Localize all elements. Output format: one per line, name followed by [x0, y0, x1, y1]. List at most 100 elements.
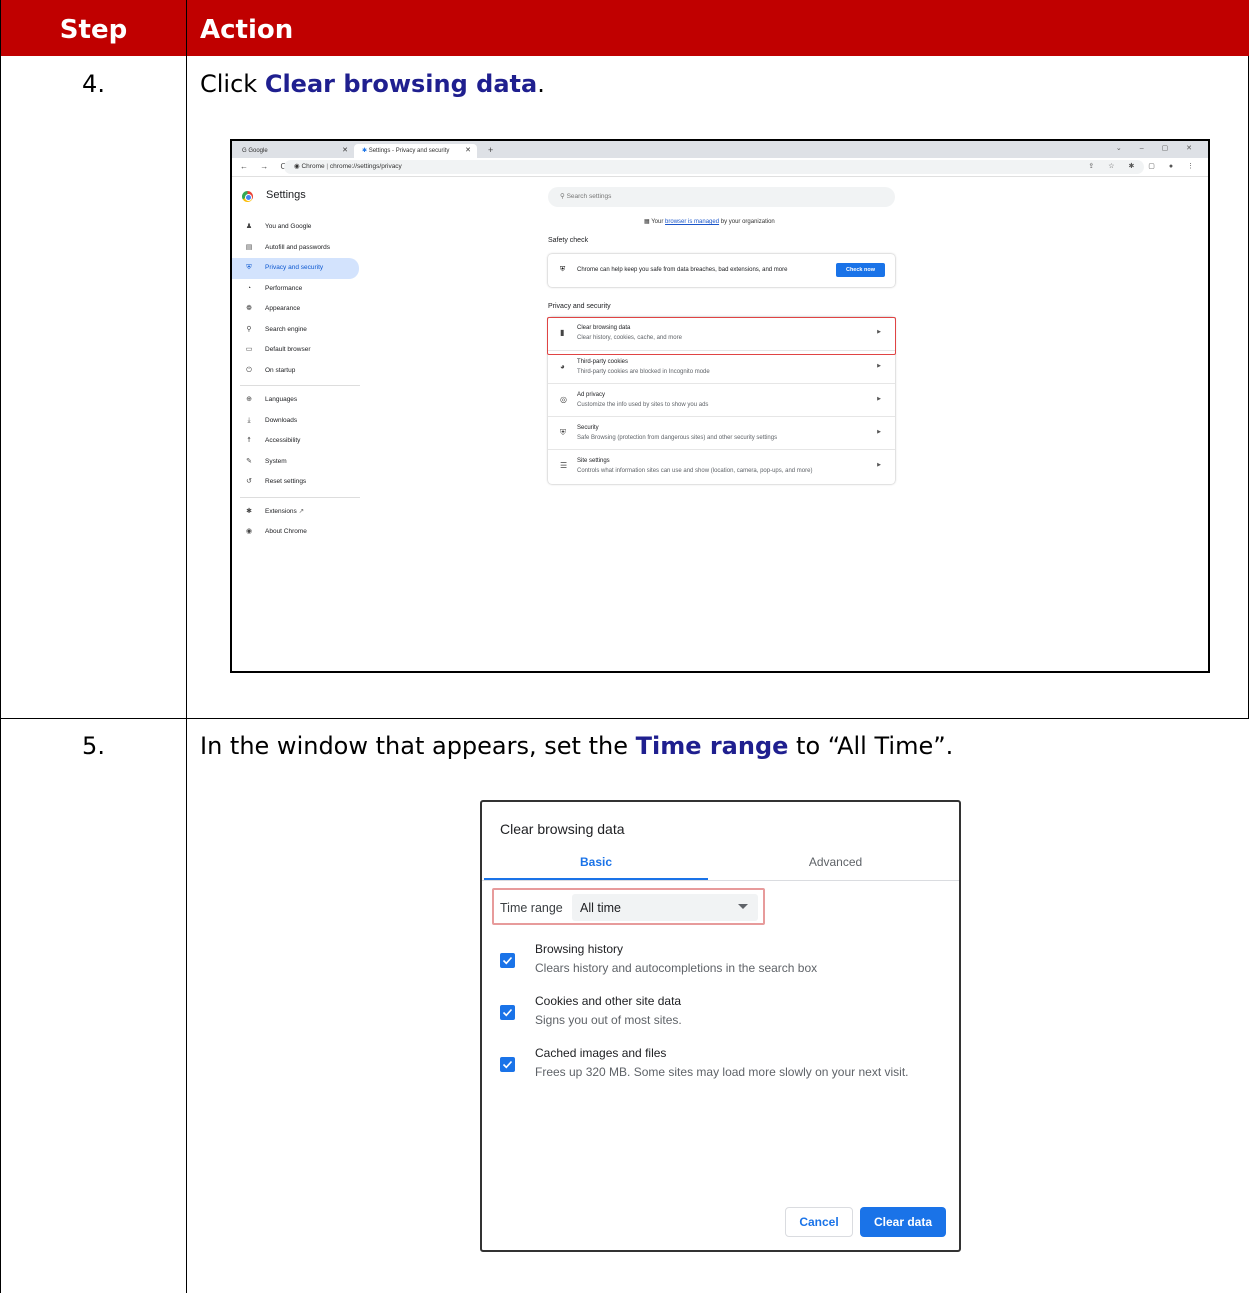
sidebar-item-extensions[interactable]: ✱ Extensions ↗ — [232, 502, 362, 523]
toolbar-icons[interactable]: ⇪ ☆ ✱ ▢ ● ⋮ — [1088, 161, 1200, 173]
window-controls[interactable]: ⌄ – ▢ ✕ — [1116, 144, 1200, 152]
browsing-history-checkbox[interactable] — [500, 953, 515, 968]
speedometer-icon: ◔ — [246, 284, 252, 292]
row-title: Site settings — [577, 458, 610, 464]
instruction-text: . — [537, 70, 545, 98]
managed-notice: ▦ Your browser is managed by your organi… — [644, 218, 775, 225]
sidebar-item-label: About Chrome — [265, 528, 307, 535]
instruction-table: Step Action 4. Click Clear browsing data… — [0, 0, 1249, 1293]
search-placeholder: Search settings — [566, 193, 612, 200]
sidebar-item-label: Downloads — [265, 416, 298, 424]
sidebar-item-reset[interactable]: ↺ Reset settings — [232, 472, 362, 493]
cached-images-checkbox[interactable] — [500, 1057, 515, 1072]
sidebar-item-downloads[interactable]: ⤓ Downloads — [232, 411, 362, 432]
cancel-button[interactable]: Cancel — [785, 1207, 853, 1237]
settings-title: Settings — [266, 189, 306, 201]
puzzle-icon: ✱ — [246, 507, 252, 515]
sliders-icon: ☰ — [560, 461, 568, 470]
dialog-title: Clear browsing data — [500, 821, 625, 837]
privacy-heading: Privacy and security — [548, 303, 611, 310]
tab-advanced[interactable]: Advanced — [710, 855, 959, 869]
table-divider-column — [186, 0, 187, 1293]
shield-icon: ⛨ — [560, 266, 566, 273]
sidebar-item-on-startup[interactable]: ⏻ On startup — [232, 361, 362, 382]
sidebar-item-privacy[interactable]: ⛨ Privacy and security — [232, 258, 359, 279]
sidebar-divider — [240, 496, 360, 498]
sidebar-item-search-engine[interactable]: ⚲ Search engine — [232, 320, 362, 341]
chevron-right-icon: ▶ — [877, 396, 881, 402]
time-range-value: All time — [580, 901, 621, 915]
option-description: Frees up 320 MB. Some sites may load mor… — [535, 1065, 909, 1079]
safety-check-text: Chrome can help keep you safe from data … — [577, 267, 788, 273]
close-icon[interactable]: ✕ — [342, 144, 348, 158]
row-description: Safe Browsing (protection from dangerous… — [577, 435, 778, 441]
shield-icon: ⛨ — [246, 264, 252, 271]
tab-google[interactable]: G Google ✕ — [234, 144, 354, 158]
checkmark-icon — [502, 1008, 513, 1017]
instruction-text: to “All Time”. — [788, 732, 954, 760]
step-instruction: In the window that appears, set the Time… — [200, 732, 953, 760]
sidebar-item-label: Autofill and passwords — [265, 243, 331, 251]
sidebar-item-label: Extensions — [265, 507, 297, 515]
chevron-down-icon — [738, 904, 748, 909]
safety-check-heading: Safety check — [548, 237, 589, 244]
url-text: chrome://settings/privacy — [329, 163, 402, 170]
chevron-right-icon: ▶ — [877, 462, 881, 468]
tab-divider — [482, 880, 959, 881]
row-description: Customize the info used by sites to show… — [577, 402, 709, 408]
gear-icon: ✱ — [362, 148, 369, 154]
wrench-icon: ✎ — [246, 457, 252, 465]
reset-icon: ↺ — [246, 478, 252, 485]
option-title: Cookies and other site data — [535, 994, 682, 1008]
shield-icon: ⛨ — [560, 428, 566, 437]
sidebar-item-you-and-google[interactable]: ♟ You and Google — [232, 217, 362, 238]
person-icon: ♟ — [245, 223, 253, 230]
accessibility-icon: ☨ — [247, 437, 251, 444]
header-step: Step — [59, 15, 128, 45]
sidebar-item-label: System — [265, 457, 287, 465]
instruction-highlight: Clear browsing data — [264, 70, 538, 98]
cookie-icon: ◕ — [560, 362, 565, 371]
managed-text: by your organization — [719, 219, 775, 225]
privacy-row-security[interactable]: ⛨ Security Safe Browsing (protection fro… — [548, 416, 895, 449]
sidebar-item-accessibility[interactable]: ☨ Accessibility — [232, 431, 362, 452]
row-description: Controls what information sites can use … — [577, 468, 813, 474]
sidebar-item-default-browser[interactable]: ▭ Default browser — [232, 340, 362, 361]
chrome-logo-icon — [242, 191, 253, 202]
url-input[interactable]: ◉ Chrome | chrome://settings/privacy — [284, 160, 1144, 174]
table-row-divider — [0, 718, 1249, 719]
close-icon[interactable]: ✕ — [465, 144, 471, 158]
tab-label: G Google — [242, 148, 268, 154]
managed-link[interactable]: browser is managed — [665, 219, 719, 225]
row-title: Security — [577, 425, 599, 431]
power-icon: ⏻ — [246, 366, 252, 374]
check-now-button[interactable]: Check now — [836, 263, 885, 277]
safety-check-card: ⛨ Chrome can help keep you safe from dat… — [548, 254, 895, 287]
clear-data-button[interactable]: Clear data — [860, 1207, 946, 1237]
sidebar-item-performance[interactable]: ◔ Performance — [232, 279, 362, 300]
option-cached-images: Cached images and files Frees up 320 MB.… — [500, 1046, 950, 1086]
cookies-checkbox[interactable] — [500, 1005, 515, 1020]
sidebar-item-system[interactable]: ✎ System — [232, 452, 362, 473]
sidebar-item-about-chrome[interactable]: ◉ About Chrome — [232, 522, 362, 543]
sidebar-item-label: On startup — [265, 366, 296, 374]
new-tab-button[interactable]: + — [488, 144, 493, 156]
search-input[interactable]: ⚲ Search settings — [548, 187, 895, 207]
sidebar-item-label: Accessibility — [265, 437, 301, 444]
tab-basic[interactable]: Basic — [482, 855, 710, 869]
table-border-left — [0, 0, 1, 1293]
step-instruction: Click Clear browsing data. — [200, 70, 545, 98]
managed-text: Your — [651, 219, 666, 225]
sidebar-item-languages[interactable]: ⊕ Languages — [232, 390, 362, 411]
checkmark-icon — [502, 956, 513, 965]
privacy-row-site-settings[interactable]: ☰ Site settings Controls what informatio… — [548, 449, 895, 482]
privacy-row-ad-privacy[interactable]: ◎ Ad privacy Customize the info used by … — [548, 383, 895, 416]
sidebar-item-label: Languages — [265, 396, 298, 403]
sidebar-item-appearance[interactable]: ❁ Appearance — [232, 299, 362, 320]
search-icon: ⚲ — [560, 193, 567, 200]
tab-settings[interactable]: ✱ Settings - Privacy and security ✕ — [354, 144, 477, 158]
sidebar-item-autofill[interactable]: ▤ Autofill and passwords — [232, 238, 362, 259]
tab-label: Settings - Privacy and security — [368, 148, 450, 154]
time-range-select[interactable]: All time — [572, 894, 758, 921]
option-title: Cached images and files — [535, 1046, 667, 1060]
